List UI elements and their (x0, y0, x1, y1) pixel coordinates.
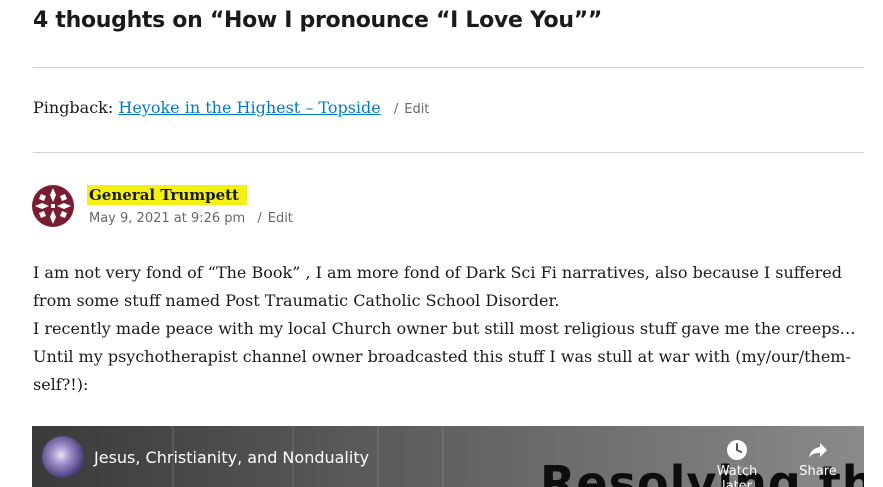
meta-separator: / (393, 102, 399, 117)
comment-paragraph: I am not very fond of “The Book” , I am … (33, 263, 842, 310)
comment-edit-link[interactable]: Edit (268, 211, 293, 226)
video-background-stripe (377, 426, 379, 487)
comment-author-link[interactable]: General Trumpett (87, 185, 247, 205)
video-background-stripe (442, 426, 444, 487)
share-button[interactable]: Share (783, 438, 853, 479)
comment-date-link[interactable]: May 9, 2021 at 9:26 pm (89, 211, 245, 226)
pingback-label: Pingback: (33, 98, 114, 117)
meta-separator: / (257, 211, 262, 226)
share-arrow-icon (783, 438, 853, 462)
pingback-edit-link[interactable]: Edit (404, 102, 429, 117)
share-label: Share (799, 464, 837, 479)
comment-paragraph: Until my psychotherapist channel owner b… (33, 347, 851, 394)
video-title[interactable]: Jesus, Christianity, and Nonduality (94, 448, 369, 467)
comment-metadata: May 9, 2021 at 9:26 pm / Edit (89, 211, 293, 226)
pingback: Pingback: Heyoke in the Highest – Topsid… (33, 98, 429, 117)
avatar[interactable] (32, 185, 74, 227)
divider (33, 67, 864, 68)
comment-paragraph: I recently made peace with my local Chur… (33, 319, 856, 338)
pingback-link[interactable]: Heyoke in the Highest – Topside (118, 98, 380, 117)
video-embed[interactable]: Jesus, Christianity, and Nonduality Reso… (32, 426, 864, 487)
comment-body: I am not very fond of “The Book” , I am … (33, 259, 863, 399)
watch-later-button[interactable]: Watch later (702, 438, 772, 487)
comments-title: 4 thoughts on “How I pronounce “I Love Y… (33, 8, 603, 33)
clock-icon (702, 438, 772, 462)
watch-later-label: Watch later (716, 464, 758, 487)
video-channel-avatar[interactable] (42, 436, 84, 478)
divider (33, 152, 864, 153)
